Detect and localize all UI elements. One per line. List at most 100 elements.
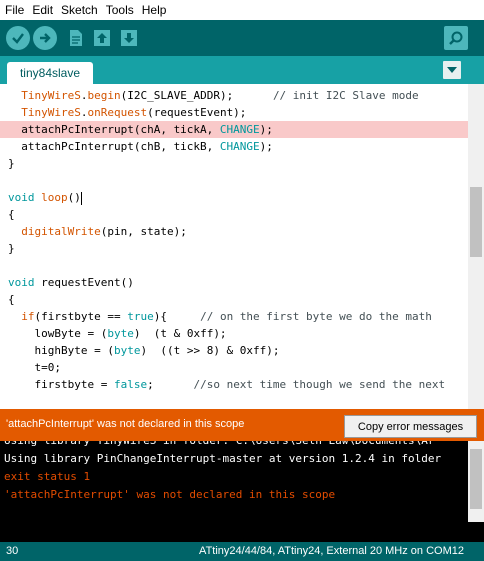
menu-help[interactable]: Help [138,0,171,20]
code-line[interactable] [0,257,468,274]
code-line[interactable] [0,172,468,189]
code-token: true [127,310,154,323]
code-line[interactable]: } [0,240,468,257]
code-token: () [67,191,81,204]
chevron-down-icon [447,67,457,73]
open-icon [94,30,110,46]
code-editor[interactable]: TinyWireS.begin(I2C_SLAVE_ADDR); // init… [0,84,468,409]
copy-error-messages-button[interactable]: Copy error messages [344,415,477,438]
code-token: loop [41,191,68,204]
code-token: firstbyte = [8,378,114,391]
upload-arrow-icon [40,33,51,43]
tab-bar: tiny84slave [0,56,484,84]
code-token: CHANGE [219,123,260,136]
code-token: } [8,242,15,255]
tab-tiny84slave[interactable]: tiny84slave [7,62,93,84]
code-token: byte [113,344,141,357]
code-line[interactable]: t=0; [0,359,468,376]
console-output: Using library TinyWireS in folder: C:\Us… [0,441,468,522]
code-line[interactable]: firstbyte = false; //so next time though… [0,376,468,393]
code-token: (requestEvent); [147,106,247,119]
error-message: 'attachPcInterrupt' was not declared in … [6,418,245,430]
code-line[interactable]: digitalWrite(pin, state); [0,223,468,240]
verify-button[interactable] [6,26,30,50]
code-token: (pin, state); [100,225,187,238]
code-token: attachPcInterrupt(chA, tickA, [8,123,220,136]
code-token: ); [259,140,273,153]
code-token: byte [107,327,134,340]
code-token: TinyWireS [21,106,81,119]
code-token: ) ((t >> 8) & 0xff); [140,344,280,357]
code-token: (firstbyte == [34,310,128,323]
new-file-icon [70,30,82,46]
code-token: begin [87,89,121,102]
console-line: Using library TinyWireS in folder: C:\Us… [4,441,434,450]
code-token: if [21,310,35,323]
code-line[interactable]: if(firstbyte == true){ // on the first b… [0,308,468,325]
menu-sketch[interactable]: Sketch [57,0,102,20]
console-line: 'attachPcInterrupt' was not declared in … [4,488,336,501]
code-line[interactable]: } [0,155,468,172]
toolbar [0,20,484,56]
code-line[interactable]: void requestEvent() [0,274,468,291]
console-bottom-area [0,522,484,542]
line-number: 30 [6,545,19,557]
upload-button[interactable] [33,26,57,50]
text-cursor [80,191,82,205]
code-line[interactable]: highByte = (byte) ((t >> 8) & 0xff); [0,342,468,359]
tab-menu-button[interactable] [443,61,461,79]
code-token: onRequest [87,106,148,119]
board-info: ATtiny24/44/84, ATtiny24, External 20 MH… [199,545,464,557]
code-token: //so next time though we send the next [193,378,446,391]
open-button[interactable] [91,26,113,50]
console-scrollbar-thumb[interactable] [470,449,482,509]
code-token: digitalWrite [21,225,101,238]
code-token: TinyWireS [21,89,81,102]
code-token: requestEvent() [34,276,134,289]
code-token: ){ [153,310,201,323]
code-token: ); [259,123,273,136]
new-button[interactable] [65,26,87,50]
console-line: exit status 1 [4,470,91,483]
code-token: void [8,276,35,289]
editor-scrollbar-thumb[interactable] [470,187,482,257]
code-token: highByte = ( [8,344,114,357]
code-token: CHANGE [219,140,260,153]
code-token: lowByte = ( [8,327,108,340]
code-token: // on the first byte we do the math [200,310,432,323]
code-line[interactable]: { [0,206,468,223]
code-token: ) (t & 0xff); [133,327,227,340]
code-token: { [8,208,15,221]
code-token: ; [147,378,194,391]
magnifier-icon [449,31,463,45]
code-line[interactable]: TinyWireS.begin(I2C_SLAVE_ADDR); // init… [0,87,468,104]
save-button[interactable] [118,26,140,50]
code-token: // init I2C Slave mode [272,89,419,102]
serial-monitor-button[interactable] [444,26,468,50]
code-token: } [8,157,15,170]
verify-icon [12,33,24,44]
save-icon [121,30,137,46]
console-line: Using library PinChangeInterrupt-master … [4,452,442,465]
code-token: t=0; [8,361,61,374]
menu-edit[interactable]: Edit [28,0,57,20]
code-line[interactable]: TinyWireS.onRequest(requestEvent); [0,104,468,121]
code-token: false [113,378,148,391]
menu-file[interactable]: File [0,0,28,20]
code-line[interactable]: { [0,291,468,308]
code-line[interactable]: attachPcInterrupt(chB, tickB, CHANGE); [0,138,468,155]
status-bar: 30 ATtiny24/44/84, ATtiny24, External 20… [0,542,484,561]
menu-tools[interactable]: Tools [102,0,138,20]
code-line[interactable]: attachPcInterrupt(chA, tickA, CHANGE); [0,121,468,138]
code-token: { [8,293,15,306]
menu-bar: File Edit Sketch Tools Help [0,0,484,20]
code-token: attachPcInterrupt(chB, tickB, [8,140,220,153]
code-token: void [8,191,35,204]
code-line[interactable]: void loop() [0,189,468,206]
code-line[interactable]: lowByte = (byte) (t & 0xff); [0,325,468,342]
code-token: (I2C_SLAVE_ADDR); [120,89,273,102]
